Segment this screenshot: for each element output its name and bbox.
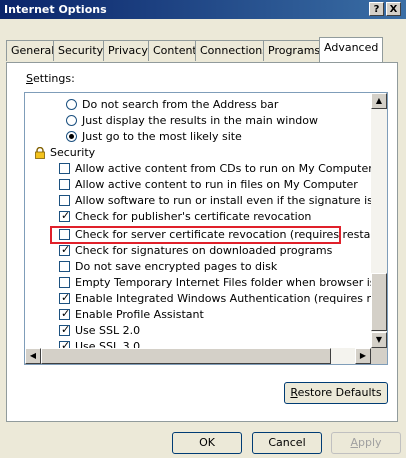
tab-general[interactable]: General: [6, 40, 60, 61]
list-item-label: Use SSL 2.0: [75, 324, 141, 337]
checkbox-checked[interactable]: ✓: [59, 243, 70, 256]
close-button[interactable]: X: [386, 2, 401, 16]
vertical-scroll-thumb[interactable]: [371, 273, 387, 331]
list-item-label: Allow active content to run in files on …: [75, 178, 358, 191]
tab-content[interactable]: Content: [148, 40, 202, 61]
scroll-up-arrow-icon[interactable]: ▲: [371, 93, 387, 109]
radio-button[interactable]: [66, 99, 77, 110]
scroll-down-arrow-icon[interactable]: ▼: [371, 332, 387, 348]
list-item-label: Check for publisher's certificate revoca…: [75, 210, 312, 223]
horizontal-scrollbar[interactable]: ◀ ▶: [25, 348, 371, 364]
list-item-label: Empty Temporary Internet Files folder wh…: [75, 276, 388, 289]
scroll-left-arrow-icon[interactable]: ◀: [25, 348, 41, 364]
highlight-box: [50, 226, 341, 244]
tab-privacy[interactable]: Privacy: [103, 40, 153, 61]
tab-security[interactable]: Security: [53, 40, 109, 61]
list-item-label: Enable Profile Assistant: [75, 308, 204, 321]
list-item-label: Allow software to run or install even if…: [75, 194, 388, 207]
tab-advanced[interactable]: Advanced: [319, 37, 384, 62]
internet-options-dialog: Internet Options ? X General Security Pr…: [0, 0, 406, 458]
checkbox[interactable]: [59, 261, 70, 272]
help-button[interactable]: ?: [369, 2, 384, 16]
checkbox-checked[interactable]: ✓: [59, 209, 70, 222]
radio-button[interactable]: [66, 115, 77, 126]
window-title: Internet Options: [4, 3, 107, 16]
cancel-button[interactable]: Cancel: [252, 432, 322, 454]
scrollbar-corner: [371, 348, 387, 364]
checkbox[interactable]: [59, 195, 70, 206]
list-item-label: Just go to the most likely site: [82, 130, 242, 143]
settings-label: Settings:: [26, 72, 75, 85]
restore-defaults-button[interactable]: Restore Defaults: [284, 382, 388, 404]
tab-connections[interactable]: Connections: [195, 40, 273, 61]
checkbox-checked[interactable]: ✓: [59, 307, 70, 320]
tab-programs[interactable]: Programs: [263, 40, 326, 61]
checkbox-checked[interactable]: ✓: [59, 291, 70, 304]
checkbox[interactable]: [59, 163, 70, 174]
checkbox[interactable]: [59, 179, 70, 190]
group-label: Security: [50, 146, 96, 159]
title-bar[interactable]: Internet Options ? X: [0, 0, 406, 19]
apply-button[interactable]: Apply: [331, 432, 401, 454]
horizontal-scroll-thumb[interactable]: [41, 348, 331, 364]
checkbox-checked[interactable]: ✓: [59, 323, 70, 336]
scroll-right-arrow-icon[interactable]: ▶: [355, 348, 371, 364]
radio-button-selected[interactable]: [66, 131, 77, 142]
list-item-label: Do not search from the Address bar: [82, 98, 279, 111]
list-item-label: Do not save encrypted pages to disk: [75, 260, 278, 273]
vertical-scrollbar[interactable]: ▲ ▼: [371, 93, 387, 348]
ok-button[interactable]: OK: [172, 432, 242, 454]
list-item-label: Check for signatures on downloaded progr…: [75, 244, 333, 257]
checkbox[interactable]: [59, 277, 70, 288]
list-item-label: Just display the results in the main win…: [82, 114, 318, 127]
list-item-label: Allow active content from CDs to run on …: [75, 162, 373, 175]
list-item-label: Enable Integrated Windows Authentication…: [75, 292, 388, 305]
lock-icon: [35, 147, 45, 159]
